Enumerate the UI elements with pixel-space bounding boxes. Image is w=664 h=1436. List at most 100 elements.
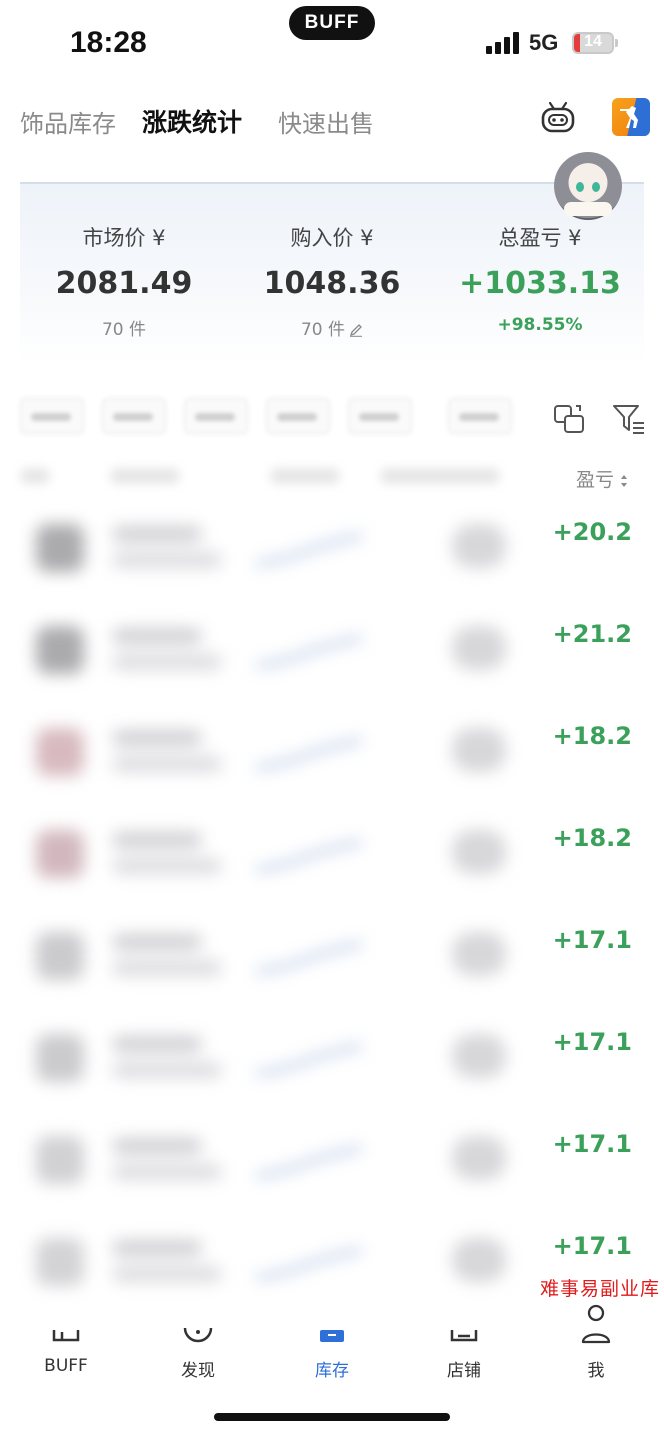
item-price-placeholder [452, 626, 506, 670]
item-name-placeholder [112, 730, 202, 746]
nav-label: 我 [587, 1361, 605, 1381]
item-price-placeholder [452, 1238, 506, 1282]
purchase-price-stat: 购入价 ¥ 1048.36 70 件 [232, 222, 432, 340]
tab-inventory[interactable]: 饰品库存 [20, 104, 116, 139]
csgo-game-icon[interactable] [612, 98, 650, 136]
item-price-placeholder [452, 524, 506, 568]
sort-label: 盈亏 [576, 469, 615, 491]
item-sub-placeholder [112, 960, 222, 976]
discover-icon [183, 1327, 213, 1343]
price-trend-sparkline [255, 534, 363, 566]
filter-chip[interactable] [448, 398, 512, 434]
filter-chip[interactable] [184, 398, 248, 434]
filter-funnel-icon[interactable] [612, 402, 646, 436]
item-profit-value: +17.1 [552, 1232, 632, 1260]
network-type: 5G [529, 30, 559, 55]
purchase-count: 70 件 [300, 320, 346, 340]
filter-chip[interactable] [20, 398, 84, 434]
item-thumbnail [36, 524, 84, 572]
item-price-placeholder [452, 728, 506, 772]
robot-icon[interactable] [540, 100, 576, 136]
item-price-placeholder [452, 1136, 506, 1180]
total-profit-value: +1033.13 [459, 266, 621, 301]
filter-chip[interactable] [266, 398, 330, 434]
item-sub-placeholder [112, 858, 222, 874]
price-trend-sparkline [255, 1044, 363, 1076]
item-name-placeholder [112, 1036, 202, 1052]
tab-quick-sell[interactable]: 快速出售 [278, 104, 374, 139]
item-thumbnail [36, 932, 84, 980]
list-item[interactable]: +17.1 [0, 1014, 664, 1114]
buff-home-icon [52, 1330, 80, 1342]
shop-icon [450, 1330, 478, 1342]
item-thumbnail [36, 626, 84, 674]
list-item[interactable]: +21.2 [0, 606, 664, 706]
price-trend-sparkline [255, 738, 363, 770]
list-item[interactable]: +17.1 [0, 1116, 664, 1216]
item-profit-value: +18.2 [552, 824, 632, 852]
item-name-placeholder [112, 1240, 202, 1256]
purchase-price-label: 购入价 ¥ [290, 226, 374, 250]
item-price-placeholder [452, 830, 506, 874]
dynamic-island: BUFF [289, 6, 375, 40]
total-profit-percent: +98.55% [497, 315, 583, 335]
summary-card: 市场价 ¥ 2081.49 70 件 购入价 ¥ 1048.36 70 件 总盈… [20, 182, 644, 364]
edit-pencil-icon[interactable] [349, 323, 363, 337]
price-trend-sparkline [255, 942, 363, 974]
purchase-price-value: 1048.36 [263, 266, 401, 301]
market-count: 70 件 [101, 320, 147, 340]
market-price-stat: 市场价 ¥ 2081.49 70 件 [24, 222, 224, 340]
sort-by-profit[interactable]: 盈亏 [576, 465, 628, 492]
item-name-placeholder [112, 934, 202, 950]
item-thumbnail [36, 728, 84, 776]
mascot-avatar[interactable] [554, 152, 622, 220]
home-indicator [214, 1413, 450, 1421]
nav-label: 发现 [181, 1361, 215, 1381]
profile-icon [581, 1304, 611, 1344]
battery-icon: 14 [572, 32, 614, 54]
list-item[interactable]: +17.1 [0, 912, 664, 1012]
price-trend-sparkline [255, 1146, 363, 1178]
item-sub-placeholder [112, 1266, 222, 1282]
item-thumbnail [36, 830, 84, 878]
item-price-placeholder [452, 932, 506, 976]
list-item[interactable]: +18.2 [0, 708, 664, 808]
item-profit-value: +21.2 [552, 620, 632, 648]
price-trend-sparkline [255, 636, 363, 668]
signal-icon [486, 32, 520, 54]
nav-label: 店铺 [447, 1361, 481, 1381]
nav-label: 库存 [315, 1361, 349, 1381]
status-bar: 18:28 BUFF 5G 14 [0, 0, 664, 84]
watermark-text: 难事易副业库 [540, 1278, 661, 1300]
item-name-placeholder [112, 832, 202, 848]
list-item[interactable]: +18.2 [0, 810, 664, 910]
tab-price-stats[interactable]: 涨跌统计 [142, 103, 242, 139]
market-price-value: 2081.49 [55, 266, 193, 301]
battery-tip [615, 39, 618, 47]
switch-view-icon[interactable] [552, 402, 586, 436]
price-trend-sparkline [255, 840, 363, 872]
filter-chip[interactable] [348, 398, 412, 434]
battery-level: 14 [584, 33, 602, 50]
item-sub-placeholder [112, 1164, 222, 1180]
purchase-count-edit[interactable]: 70 件 [232, 315, 432, 340]
item-name-placeholder [112, 628, 202, 644]
list-item[interactable]: +17.1 [0, 1218, 664, 1318]
item-profit-value: +17.1 [552, 926, 632, 954]
total-profit-stat: 总盈亏 ¥ +1033.13 +98.55% [440, 222, 640, 335]
nav-label: BUFF [44, 1356, 88, 1376]
list-column-headers [20, 456, 520, 496]
price-trend-sparkline [255, 1248, 363, 1280]
item-sub-placeholder [112, 552, 222, 568]
item-profit-value: +20.2 [552, 518, 632, 546]
item-thumbnail [36, 1136, 84, 1184]
item-profit-value: +17.1 [552, 1028, 632, 1056]
item-name-placeholder [112, 1138, 202, 1154]
item-sub-placeholder [112, 654, 222, 670]
status-time: 18:28 [70, 26, 147, 59]
filter-chip[interactable] [102, 398, 166, 434]
list-item[interactable]: +20.2 [0, 504, 664, 604]
item-profit-value: +18.2 [552, 722, 632, 750]
item-thumbnail [36, 1034, 84, 1082]
market-price-label: 市场价 ¥ [82, 226, 166, 250]
